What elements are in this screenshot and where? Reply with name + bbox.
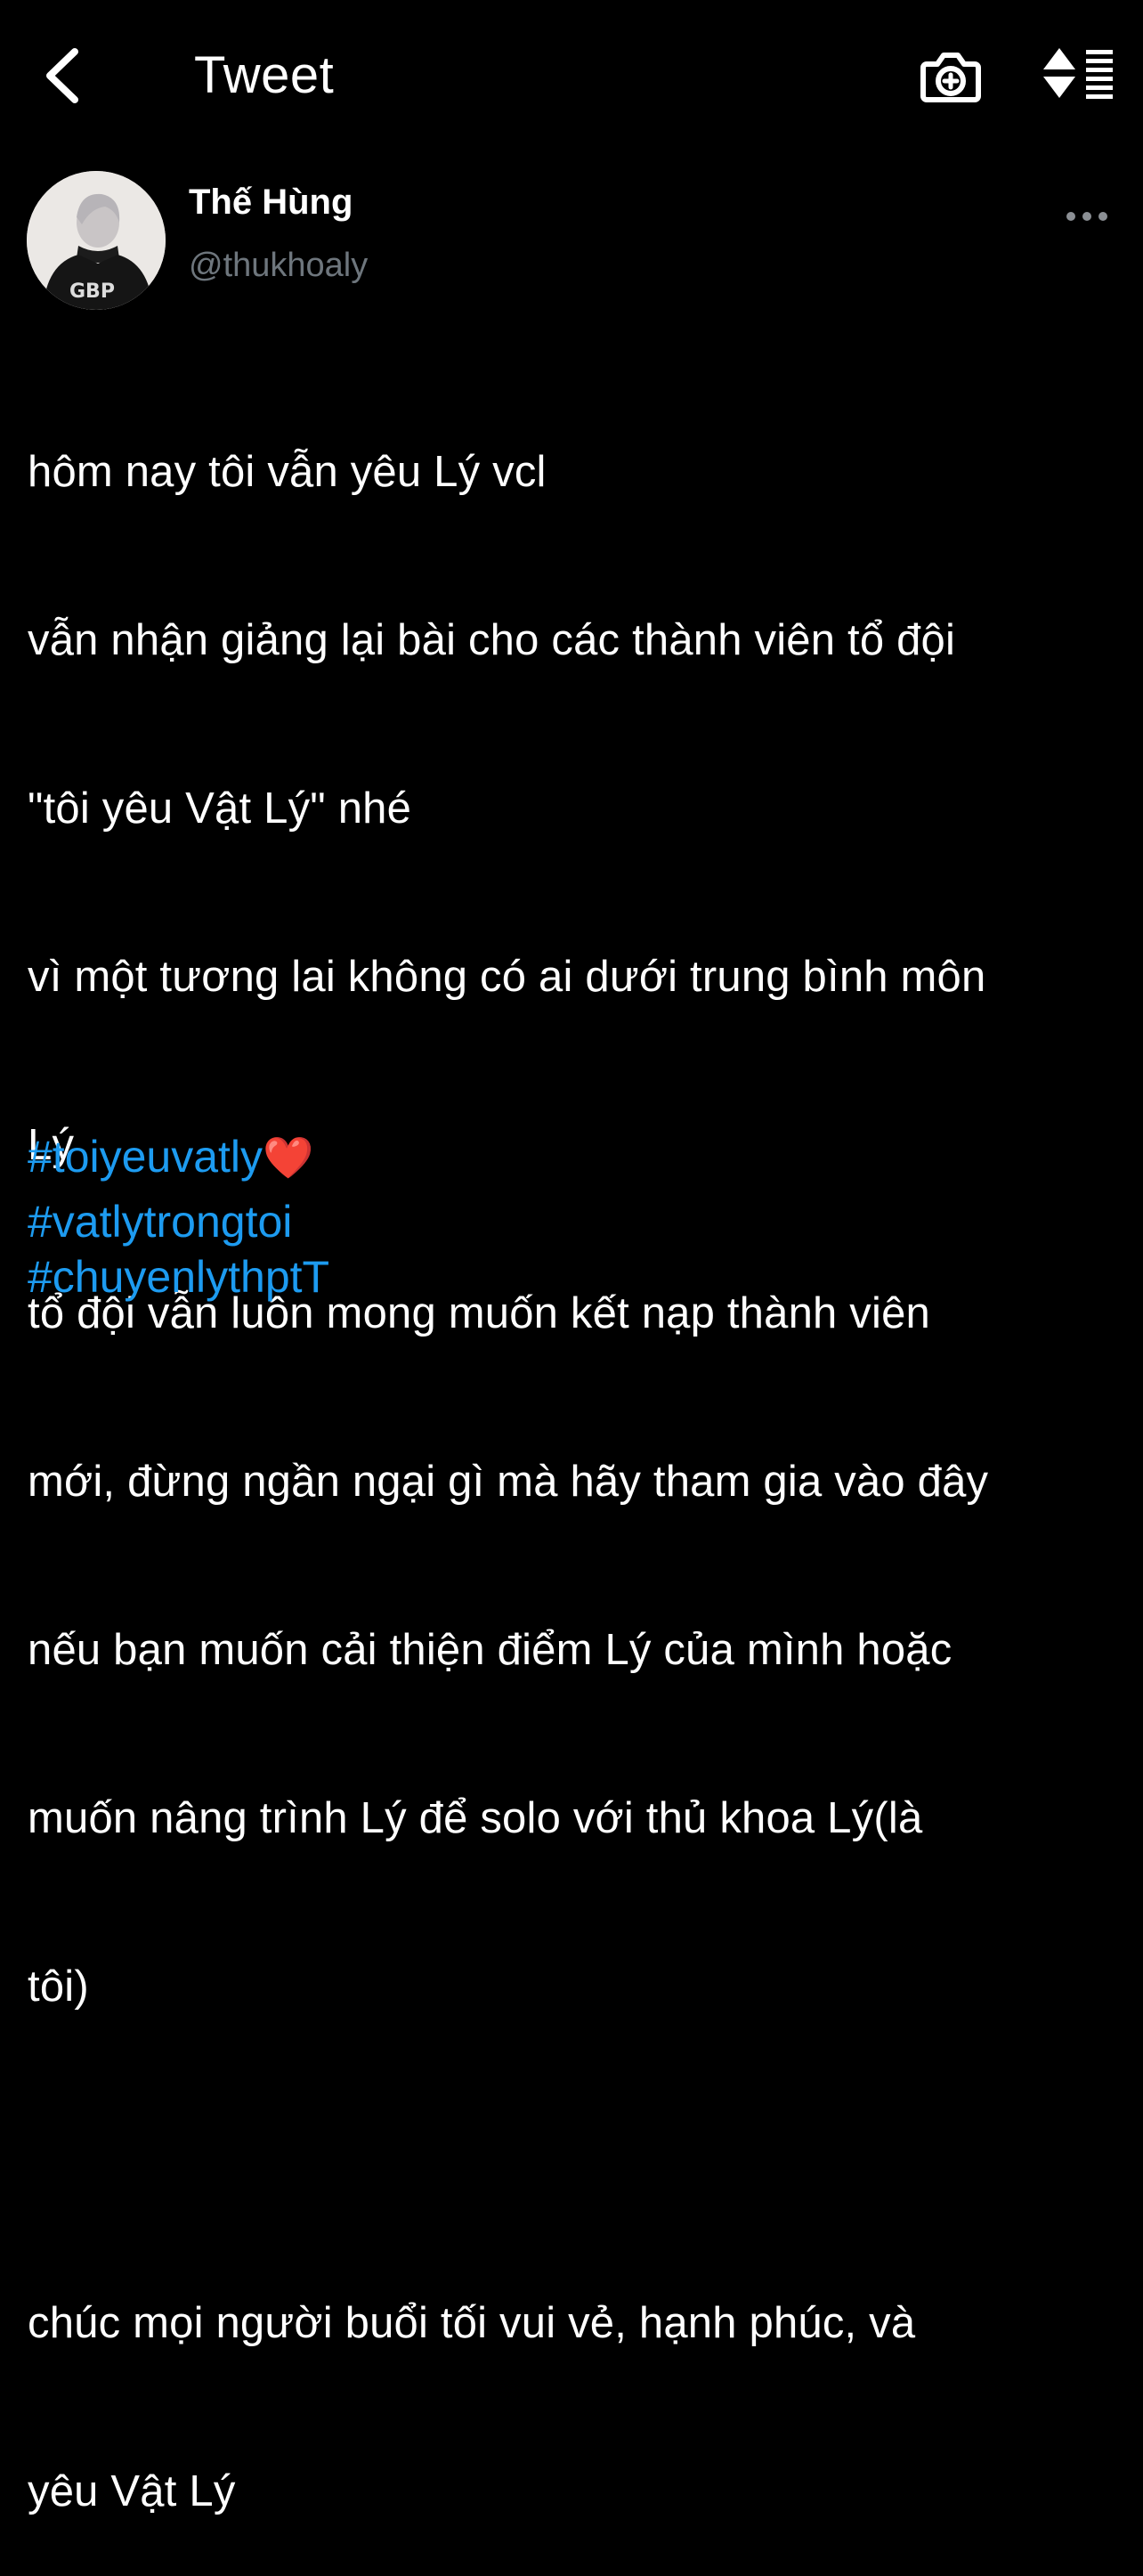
- more-options-button[interactable]: [1065, 201, 1109, 232]
- svg-text:GBP: GBP: [69, 280, 115, 303]
- tweet-author-row: GBP Thế Hùng @thukhoaly: [0, 169, 1143, 312]
- chevron-left-icon: [46, 48, 78, 103]
- heart-emoji-icon: ❤️: [263, 1134, 314, 1181]
- author-name[interactable]: Thế Hùng: [189, 180, 353, 224]
- tweet-text: hôm nay tôi vẫn yêu Lý vcl vẫn nhận giản…: [28, 332, 1131, 2576]
- hashtag-list: #toiyeuvatly❤️ #vatlytrongtoi #chuyenlyt…: [28, 1126, 1131, 1307]
- tweet-text-line: vì một tương lai không có ai dưới trung …: [28, 953, 986, 1001]
- tweet-text-line: nếu bạn muốn cải thiện điểm Lý của mình …: [28, 1626, 952, 1674]
- more-horizontal-icon: [1066, 212, 1107, 221]
- tweet-text-line: mới, đừng ngần ngại gì mà hãy tham gia v…: [28, 1458, 989, 1506]
- back-button[interactable]: [36, 45, 89, 107]
- sort-list-icon: [1043, 48, 1113, 99]
- hashtag-link[interactable]: #toiyeuvatly❤️: [28, 1126, 1131, 1188]
- author-handle[interactable]: @thukhoaly: [189, 244, 368, 287]
- tweet-text-line: yêu Vật Lý: [28, 2467, 236, 2515]
- tweet-text-line: muốn nâng trình Lý để solo với thủ khoa …: [28, 1794, 923, 1842]
- camera-add-icon: [920, 53, 981, 102]
- avatar[interactable]: GBP: [27, 171, 166, 310]
- tweet-text-line: [28, 2127, 1131, 2183]
- sort-button[interactable]: [1042, 46, 1115, 102]
- tweet-text-line: vẫn nhận giảng lại bài cho các thành viê…: [28, 616, 956, 664]
- top-nav-bar: Tweet: [0, 0, 1143, 151]
- hashtag-link[interactable]: #vatlytrongtoi: [28, 1191, 1131, 1252]
- hashtag-link[interactable]: #chuyenlythptT: [28, 1247, 1131, 1307]
- tweet-text-line: chúc mọi người buổi tối vui vẻ, hạnh phú…: [28, 2299, 916, 2347]
- page-title: Tweet: [194, 46, 335, 104]
- screenshot-button[interactable]: [920, 45, 982, 105]
- avatar-image: GBP: [27, 171, 166, 310]
- hashtag-text: #toiyeuvatly: [28, 1132, 263, 1182]
- tweet-text-line: "tôi yêu Vật Lý" nhé: [28, 784, 412, 833]
- tweet-text-line: tôi): [28, 1962, 89, 2011]
- tweet-text-line: hôm nay tôi vẫn yêu Lý vcl: [28, 448, 547, 496]
